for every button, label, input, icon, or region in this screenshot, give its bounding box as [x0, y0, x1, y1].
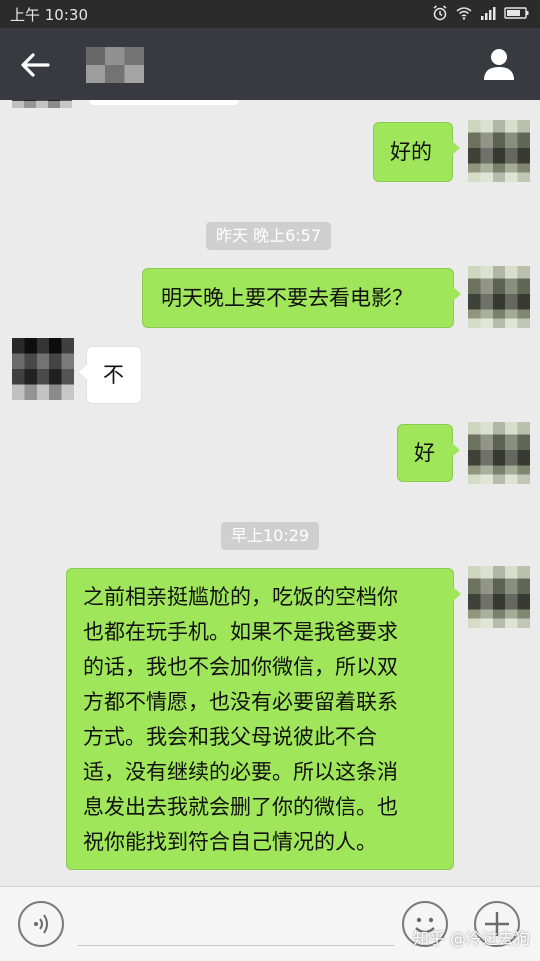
avatar[interactable] [468, 422, 530, 484]
arrow-left-icon[interactable] [18, 48, 52, 82]
message-input[interactable] [78, 907, 394, 946]
message-text: 明天晚上要不要去看电影？ [161, 286, 413, 310]
message-text-line: 祝你能找到符合自己情况的人。 [83, 830, 377, 854]
message-text-line: 方都不情愿，也没有必要留着联系 [83, 690, 398, 714]
message-bubble-received[interactable]: 不 [79, 346, 142, 404]
avatar[interactable] [468, 120, 530, 182]
message-text: 好的 [390, 140, 432, 164]
chat-area: 好的 昨天 晚上6:57 明天晚上要不要去看电影？ 不 好 早上10:29 之前… [0, 100, 540, 886]
message-bubble-sent[interactable]: 好 [397, 424, 460, 482]
chat-header [0, 28, 540, 100]
avatar[interactable] [468, 266, 530, 328]
status-bar: 上午 10:30 [0, 0, 540, 28]
message-text-line: 方式。我会和我父母说彼此不合 [83, 725, 377, 749]
avatar[interactable] [12, 338, 74, 400]
message-bubble-sent[interactable]: 好的 [373, 122, 460, 182]
message-timestamp: 早上10:29 [221, 522, 320, 550]
message-timestamp: 昨天 晚上6:57 [206, 222, 332, 250]
signal-icon [481, 7, 496, 20]
watermark: 知乎 @冷过去狗 [412, 929, 530, 948]
battery-icon [504, 7, 529, 19]
message-text-line: 之前相亲挺尴尬的，吃饭的空档你 [83, 585, 398, 609]
message-text: 好 [414, 441, 435, 465]
avatar[interactable] [468, 566, 530, 628]
person-icon[interactable] [482, 46, 516, 82]
message-bubble-sent[interactable]: 明天晚上要不要去看电影？ [142, 268, 461, 328]
message-bubble-sent[interactable]: 之前相亲挺尴尬的，吃饭的空档你 也都在玩手机。如果不是我爸要求 的话，我也不会加… [66, 568, 461, 870]
avatar[interactable] [12, 100, 72, 108]
voice-button[interactable] [18, 901, 64, 947]
message-text-line: 息发出去我就会删了你的微信。也 [83, 795, 398, 819]
message-text: 不 [103, 363, 124, 387]
alarm-icon [433, 5, 447, 21]
message-text-line: 适，没有继续的必要。所以这条消 [83, 760, 398, 784]
status-time: 上午 10:30 [10, 6, 88, 24]
contact-name-pixelated [86, 47, 144, 83]
partial-message-bubble [88, 100, 240, 106]
message-text-line: 也都在玩手机。如果不是我爸要求 [83, 620, 398, 644]
voice-icon [34, 914, 48, 934]
message-text-line: 的话，我也不会加你微信，所以双 [83, 655, 398, 679]
input-bar: 知乎 @冷过去狗 [0, 886, 540, 961]
wifi-icon [456, 7, 472, 20]
status-icons [432, 5, 530, 21]
